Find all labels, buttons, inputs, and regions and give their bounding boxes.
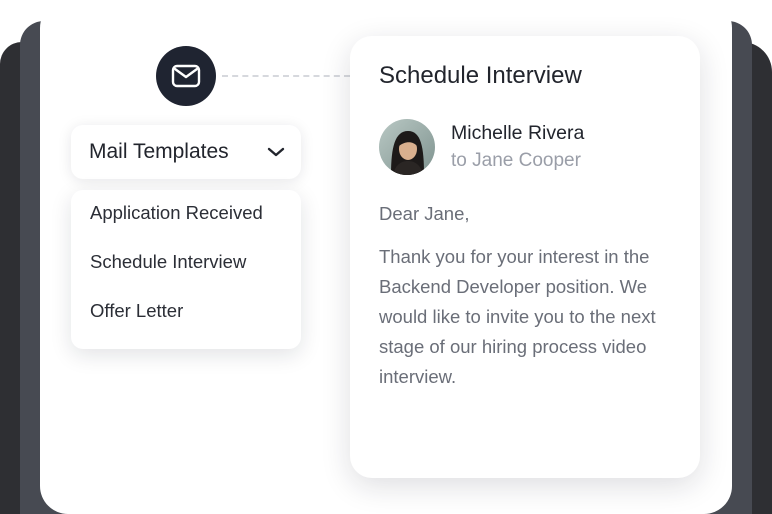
envelope-glyph — [171, 64, 201, 88]
dashed-connector — [222, 75, 350, 77]
recipient: to Jane Cooper — [451, 149, 581, 171]
email-body: Thank you for your interest in the Backe… — [379, 246, 656, 388]
sender-name: Michelle Rivera — [451, 122, 585, 145]
mail-icon[interactable] — [156, 46, 216, 106]
email-title: Schedule Interview — [379, 62, 582, 89]
email-greeting: Dear Jane, — [379, 203, 470, 225]
chevron-down-icon — [267, 146, 285, 158]
menu-item-application-received[interactable]: Application Received — [71, 203, 301, 253]
sender-row: Michelle Rivera to Jane Cooper — [379, 119, 671, 176]
email-preview-card: Schedule Interview Michelle Rivera to Ja… — [350, 36, 700, 478]
dropdown-label: Mail Templates — [89, 140, 229, 163]
avatar — [379, 119, 435, 176]
menu-item-offer-letter[interactable]: Offer Letter — [71, 301, 301, 351]
templates-menu: Application Received Schedule Interview … — [71, 190, 301, 349]
mail-templates-dropdown[interactable]: Mail Templates — [71, 125, 301, 179]
menu-item-schedule-interview[interactable]: Schedule Interview — [71, 252, 301, 302]
